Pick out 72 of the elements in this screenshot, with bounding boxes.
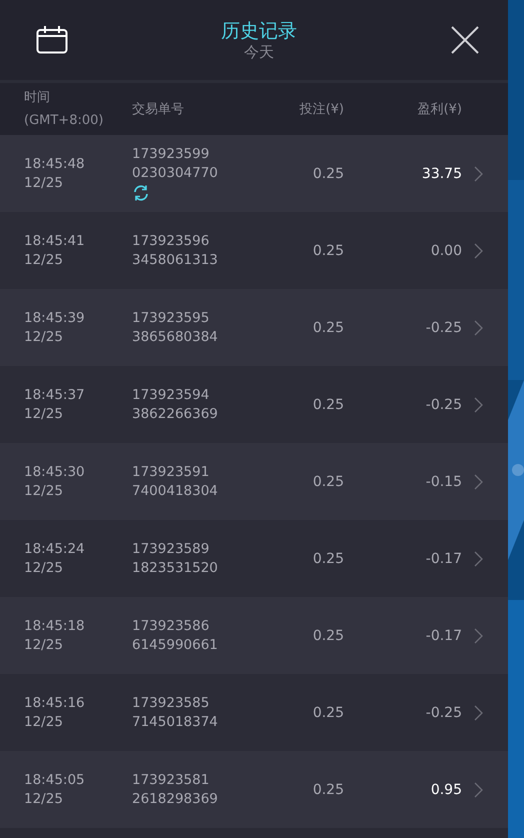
profit-cell-text: -0.17 xyxy=(424,550,462,566)
order-number: 3458061313 xyxy=(132,250,219,270)
profit-cell-text: 33.75 xyxy=(420,166,462,182)
order-number: 2618298369 xyxy=(132,790,219,808)
column-header: 投注(¥) xyxy=(298,100,344,118)
chevron-right-icon[interactable] xyxy=(474,782,483,798)
profit-cell-text: -0.15 xyxy=(424,474,462,490)
profit-cell-text: 0.00 xyxy=(430,242,462,258)
date-cell-text: 12/25 xyxy=(24,404,64,424)
column-header: 时间 xyxy=(24,89,51,107)
window-title: 历史记录 xyxy=(221,19,297,43)
date-subtitle: 今天 xyxy=(244,43,274,61)
order-number: 3865680384 xyxy=(132,328,219,346)
order-number: 173923599 xyxy=(132,145,210,164)
profit-cell-text: -0.17 xyxy=(424,628,462,644)
date-cell-text: 12/25 xyxy=(24,482,64,500)
date-cell-text: 12/25 xyxy=(24,250,64,270)
chevron-right-icon[interactable] xyxy=(474,550,483,566)
order-number: 173923591 xyxy=(132,462,210,482)
time-cell-text: 18:45:37 xyxy=(24,386,86,404)
order-number: 173923581 xyxy=(132,770,210,790)
stake-cell-text: 0.25 xyxy=(312,320,344,336)
date-cell-text: 12/25 xyxy=(24,174,64,192)
close-icon[interactable] xyxy=(450,25,480,55)
time-cell-text: 18:45:16 xyxy=(24,694,86,712)
order-number: 173923595 xyxy=(132,308,210,328)
order-number: 173923594 xyxy=(132,386,210,404)
chevron-right-icon[interactable] xyxy=(474,242,483,258)
time-cell-text: 18:45:30 xyxy=(24,462,86,482)
stake-cell-text: 0.25 xyxy=(312,166,344,182)
chevron-right-icon[interactable] xyxy=(474,628,483,644)
calendar-icon[interactable] xyxy=(36,26,68,54)
order-number: 173923589 xyxy=(132,540,210,558)
stake-cell-text: 0.25 xyxy=(312,474,344,490)
order-number: 173923585 xyxy=(132,694,210,712)
profit-cell-text: -0.25 xyxy=(424,320,462,336)
column-header: 交易单号 xyxy=(132,100,185,118)
time-cell-text: 18:45:48 xyxy=(24,154,86,174)
chevron-right-icon[interactable] xyxy=(474,166,483,182)
chevron-right-icon[interactable] xyxy=(474,396,483,412)
date-cell-text: 12/25 xyxy=(24,636,64,654)
column-header: 盈利(¥) xyxy=(416,100,462,118)
chevron-right-icon[interactable] xyxy=(474,320,483,336)
order-number: 173923586 xyxy=(132,616,210,636)
chevron-right-icon[interactable] xyxy=(474,474,483,490)
stake-cell-text: 0.25 xyxy=(312,782,344,798)
chevron-right-icon[interactable] xyxy=(474,704,483,720)
profit-cell-text: -0.25 xyxy=(424,704,462,720)
profit-cell-text: -0.25 xyxy=(424,396,462,412)
order-number: 6145990661 xyxy=(132,636,219,654)
stake-cell-text: 0.25 xyxy=(312,396,344,412)
date-cell-text: 12/25 xyxy=(24,558,64,578)
timezone-label: (GMT+8:00) xyxy=(24,112,104,130)
order-number: 173923596 xyxy=(132,232,210,250)
stake-cell-text: 0.25 xyxy=(312,628,344,644)
order-number: 7145018374 xyxy=(132,712,219,732)
time-cell-text: 18:45:41 xyxy=(24,232,86,250)
order-number: 3862266369 xyxy=(132,404,219,424)
time-cell-text: 18:45:05 xyxy=(24,770,86,790)
stake-cell-text: 0.25 xyxy=(312,550,344,566)
time-cell-text: 18:45:24 xyxy=(24,540,86,558)
stake-cell-text: 0.25 xyxy=(312,704,344,720)
date-cell-text: 12/25 xyxy=(24,712,64,732)
order-number: 0230304770 xyxy=(132,164,219,183)
profit-cell-text: 0.95 xyxy=(430,782,462,798)
time-cell-text: 18:45:39 xyxy=(24,308,86,328)
order-number: 7400418304 xyxy=(132,482,219,500)
date-cell-text: 12/25 xyxy=(24,790,64,808)
order-number: 1823531520 xyxy=(132,558,219,578)
time-cell-text: 18:45:18 xyxy=(24,616,86,636)
date-cell-text: 12/25 xyxy=(24,328,64,346)
stake-cell-text: 0.25 xyxy=(312,242,344,258)
